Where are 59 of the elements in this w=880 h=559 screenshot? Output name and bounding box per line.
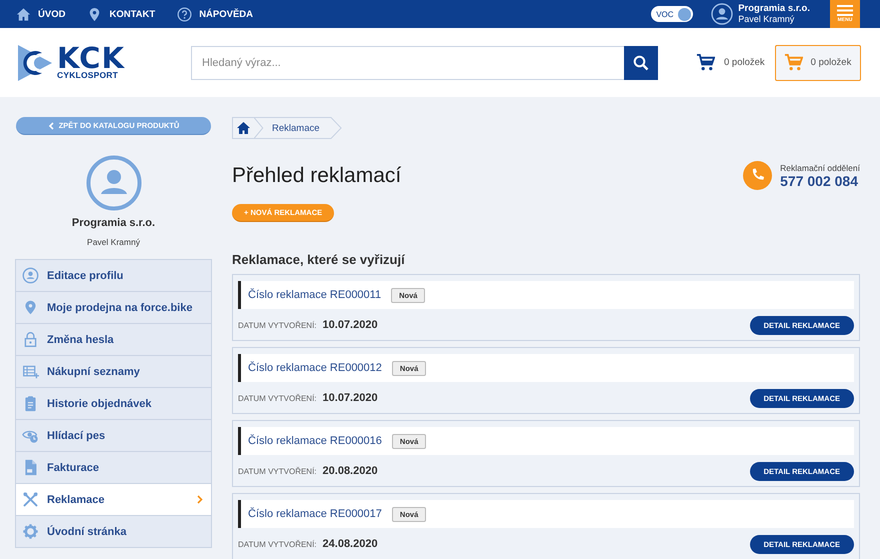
sidebar-item[interactable]: Editace profilu bbox=[16, 260, 211, 292]
sidebar-item[interactable]: Hlídací pes bbox=[16, 420, 211, 452]
user-name: Pavel Kramný bbox=[738, 14, 796, 25]
claim-title-link[interactable]: Číslo reklamace RE000017 bbox=[248, 508, 382, 520]
breadcrumb-link[interactable]: Reklamace bbox=[254, 117, 342, 139]
contact-phone: 577 002 084 bbox=[780, 172, 859, 188]
voc-toggle[interactable]: VOC bbox=[651, 6, 694, 22]
home-icon bbox=[16, 6, 31, 22]
logo-subtitle: CYKLOSPORT bbox=[57, 71, 120, 80]
page-title: Přehled reklamací bbox=[232, 164, 402, 188]
chevron-icon bbox=[197, 495, 203, 504]
claim-date: 10.07.2020 bbox=[322, 319, 379, 331]
user-company: Programia s.r.o. bbox=[738, 3, 810, 14]
claim-title-link[interactable]: Číslo reklamace RE000011 bbox=[248, 289, 382, 301]
section-title: Reklamace, které se vyřizují bbox=[232, 252, 406, 267]
gear-icon bbox=[22, 523, 39, 540]
menu-icon bbox=[837, 5, 853, 16]
phone-icon bbox=[743, 161, 772, 190]
lock-icon bbox=[22, 331, 39, 348]
top-nav-link[interactable]: ÚVOD bbox=[16, 6, 66, 22]
date-label: DATUM VYTVOŘENÍ: bbox=[238, 466, 317, 476]
profile-company: Programia s.r.o. bbox=[72, 217, 156, 229]
user-icon bbox=[22, 267, 39, 284]
search-icon bbox=[633, 54, 649, 70]
date-label: DATUM VYTVOŘENÍ: bbox=[238, 540, 317, 548]
date-label: DATUM VYTVOŘENÍ: bbox=[238, 320, 317, 330]
tools-icon bbox=[22, 491, 39, 508]
sidebar-item[interactable]: Úvodní stránka bbox=[16, 516, 211, 548]
profile-name: Pavel Kramný bbox=[87, 237, 140, 247]
top-nav-link[interactable]: NÁPOVĚDA bbox=[177, 6, 254, 22]
search-field[interactable]: Hledaný výraz... bbox=[191, 46, 624, 80]
home-icon bbox=[237, 122, 250, 134]
top-nav-link[interactable]: KONTAKT bbox=[87, 6, 156, 22]
claim-date: 10.07.2020 bbox=[322, 392, 379, 404]
sidebar-item[interactable]: Moje prodejna na force.bike bbox=[16, 292, 211, 324]
user-icon bbox=[711, 3, 734, 25]
cart-button[interactable]: 0 položek bbox=[774, 44, 861, 80]
sidebar-item[interactable]: Nákupní seznamy bbox=[16, 356, 211, 388]
claim-date: 24.08.2020 bbox=[322, 538, 379, 550]
claim-date: 20.08.2020 bbox=[322, 465, 379, 477]
claim-title-link[interactable]: Číslo reklamace RE000016 bbox=[248, 435, 382, 447]
claim-title-link[interactable]: Číslo reklamace RE000012 bbox=[248, 362, 382, 374]
logo-title: KCK bbox=[57, 45, 125, 71]
sidebar-item[interactable]: Změna hesla bbox=[16, 324, 211, 356]
help-icon bbox=[177, 6, 192, 22]
search-button[interactable] bbox=[624, 46, 658, 80]
home-button[interactable] bbox=[232, 117, 254, 139]
sidebar-item[interactable]: Fakturace bbox=[16, 452, 211, 484]
date-label: DATUM VYTVOŘENÍ: bbox=[238, 394, 317, 402]
contact-label: Reklamační oddělení bbox=[780, 162, 860, 172]
cart-icon[interactable] bbox=[696, 53, 715, 72]
logo-icon bbox=[16, 42, 54, 82]
chevron-icon bbox=[48, 122, 54, 130]
sidebar-item[interactable]: Historie objednávek bbox=[16, 388, 211, 420]
avatar-icon bbox=[86, 155, 142, 211]
cart-icon bbox=[784, 53, 803, 72]
list-icon bbox=[22, 363, 39, 380]
cart-count: 0 položek bbox=[724, 57, 765, 68]
sidebar-item[interactable]: Reklamace bbox=[16, 484, 211, 516]
